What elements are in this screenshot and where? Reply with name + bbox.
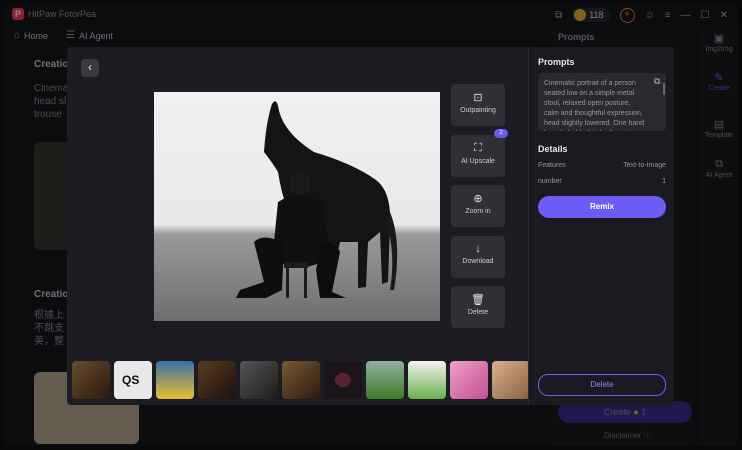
detail-row: number 1 xyxy=(538,178,666,185)
thumbnail-label: QS xyxy=(122,373,140,387)
download-label: Download xyxy=(462,258,494,265)
prompts-heading: Prompts xyxy=(538,57,575,67)
zoom-in-label: Zoom in xyxy=(465,208,491,215)
back-button[interactable]: ‹ xyxy=(81,59,99,77)
thumbnail[interactable] xyxy=(492,361,530,399)
thumbnail[interactable] xyxy=(366,361,404,399)
ai-upscale-label: AI Upscale xyxy=(461,158,495,165)
details-panel: Prompts Cinematic portrait of a person s… xyxy=(528,47,674,405)
zoom-in-icon: ⊕ xyxy=(473,193,483,205)
upscale-count-badge: 2 xyxy=(494,129,508,138)
thumbnail[interactable] xyxy=(324,361,362,399)
thumbnail[interactable] xyxy=(450,361,488,399)
delete-action-label: Delete xyxy=(467,309,489,316)
thumbnail[interactable] xyxy=(198,361,236,399)
detail-row: Features Text-to-Image xyxy=(538,162,666,169)
detail-key: Features xyxy=(538,162,566,169)
ai-upscale-button[interactable]: ⛶ AI Upscale xyxy=(451,135,505,177)
thumbnail[interactable] xyxy=(156,361,194,399)
download-button[interactable]: ↓ Download xyxy=(451,236,505,278)
detail-value: 1 xyxy=(662,178,666,185)
delete-action-button[interactable]: 🗑 Delete xyxy=(451,286,505,328)
image-preview-modal: ‹ ⊡ Outpainting ⛶ AI Upscale 2 ⊕ Zoom in… xyxy=(67,47,674,405)
detail-value: Text-to-Image xyxy=(623,162,666,169)
thumbnail[interactable] xyxy=(72,361,110,399)
remix-button[interactable]: Remix xyxy=(538,196,666,218)
outpainting-label: Outpainting xyxy=(460,107,496,114)
copy-icon[interactable]: ⧉ xyxy=(654,76,660,87)
outpainting-button[interactable]: ⊡ Outpainting xyxy=(451,84,505,126)
delete-button[interactable]: Delete xyxy=(538,374,666,396)
thumbnail[interactable] xyxy=(282,361,320,399)
thumbnail[interactable] xyxy=(240,361,278,399)
upscale-icon: ⛶ xyxy=(474,142,482,154)
outpainting-icon: ⊡ xyxy=(473,92,483,104)
thumbnail-strip: QS xyxy=(67,361,530,401)
chevron-left-icon: ‹ xyxy=(88,60,92,74)
generated-image[interactable] xyxy=(154,92,440,321)
download-icon: ↓ xyxy=(475,243,481,255)
detail-key: number xyxy=(538,178,562,185)
thumbnail[interactable] xyxy=(408,361,446,399)
trash-icon: 🗑 xyxy=(471,294,485,306)
image-content xyxy=(236,101,398,298)
prompt-text[interactable]: Cinematic portrait of a person seated lo… xyxy=(538,73,666,131)
prompt-scrollbar[interactable] xyxy=(663,83,665,95)
thumbnail[interactable]: QS xyxy=(114,361,152,399)
thumbnail-logo xyxy=(335,373,351,387)
details-heading: Details xyxy=(538,144,568,154)
zoom-in-button[interactable]: ⊕ Zoom in xyxy=(451,185,505,227)
